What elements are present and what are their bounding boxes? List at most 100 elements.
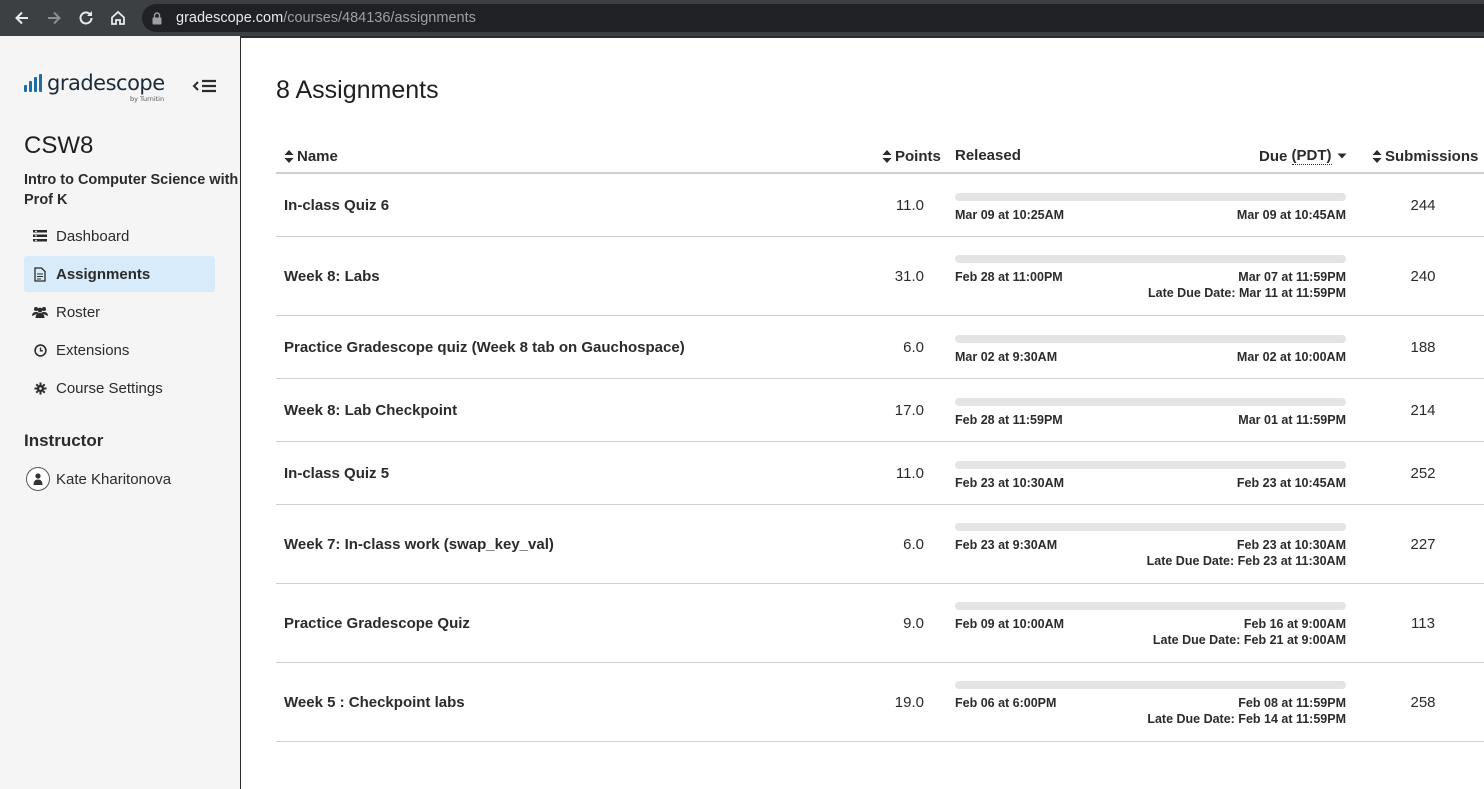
sort-icon [284, 150, 294, 163]
late-due-date: Late Due Date: Feb 14 at 11:59PM [1147, 712, 1346, 726]
collapse-menu-icon [192, 79, 216, 93]
due-date: Feb 16 at 9:00AM [1243, 617, 1346, 631]
release-date: Feb 06 at 6:00PM [955, 696, 1057, 710]
sidebar-item-label: Assignments [56, 265, 151, 283]
column-label: Submissions [1385, 148, 1479, 165]
document-icon [32, 266, 48, 282]
due-date: Mar 02 at 10:00AM [1236, 350, 1346, 364]
assignment-submissions: 252 [1410, 465, 1436, 482]
late-due-date: Late Due Date: Feb 23 at 11:30AM [1146, 554, 1346, 568]
table-row[interactable]: Week 5 : Checkpoint labs 19.0 Feb 06 at 6:… [276, 663, 1484, 742]
avatar [26, 467, 50, 491]
sidebar-item-label: Extensions [56, 341, 130, 359]
url-text: gradescope.com/courses/484136/assignment… [176, 10, 476, 26]
assignment-submissions: 214 [1410, 402, 1436, 419]
column-header-released: Released [955, 147, 1021, 164]
release-date: Feb 09 at 10:00AM [955, 617, 1065, 631]
sidebar-item-label: Roster [56, 303, 101, 321]
sort-icon [1372, 150, 1382, 163]
due-date: Mar 01 at 11:59PM [1238, 413, 1346, 427]
release-date: Feb 23 at 9:30AM [955, 538, 1058, 552]
table-row[interactable]: In-class Quiz 5 11.0 Feb 23 at 10:30AM Feb … [276, 442, 1484, 505]
logo-text: gradescope [47, 71, 165, 95]
url-host: gradescope.com [176, 10, 284, 26]
late-due-date: Late Due Date: Mar 11 at 11:59PM [1148, 286, 1346, 300]
assignment-points: 17.0 [894, 402, 924, 419]
assignment-submissions: 258 [1410, 694, 1436, 711]
assignment-points: 19.0 [894, 694, 924, 711]
column-header-submissions[interactable]: Submissions [1372, 148, 1478, 165]
sidebar-item-dashboard[interactable]: Dashboard [24, 218, 215, 254]
assignment-name-link[interactable]: Week 5 : Checkpoint labs [284, 694, 465, 711]
sidebar-item-assignments[interactable]: Assignments [24, 256, 215, 292]
browser-toolbar: gradescope.com/courses/484136/assignment… [0, 0, 1484, 36]
sidebar-item-course-settings[interactable]: Course Settings [24, 370, 215, 406]
assignment-name-link[interactable]: In-class Quiz 6 [284, 197, 389, 214]
assignment-points: 11.0 [895, 465, 924, 482]
assignment-submissions: 244 [1410, 197, 1436, 214]
due-date: Feb 23 at 10:45AM [1236, 476, 1346, 490]
assignment-name-link[interactable]: Practice Gradescope Quiz [284, 615, 470, 632]
gradescope-logo[interactable]: gradescope by Turnitin [24, 71, 165, 103]
sidebar-item-extensions[interactable]: Extensions [24, 332, 215, 368]
assignment-name-link[interactable]: Week 8: Lab Checkpoint [284, 402, 457, 419]
table-row[interactable]: Practice Gradescope Quiz 9.0 Feb 09 at 10:… [276, 584, 1484, 663]
sidebar-item-label: Dashboard [56, 227, 130, 245]
progress-bar [955, 255, 1346, 263]
clock-icon [32, 342, 48, 358]
assignment-name-link[interactable]: In-class Quiz 5 [284, 465, 389, 482]
progress-bar [955, 602, 1346, 610]
address-bar[interactable]: gradescope.com/courses/484136/assignment… [142, 4, 1484, 32]
table-header: Name Points Released Due (PDT) Submissio… [276, 140, 1484, 174]
sidebar-item-roster[interactable]: Roster [24, 294, 215, 330]
progress-bar [955, 398, 1346, 406]
logo-subtitle: by Turnitin [130, 95, 165, 103]
logo-bars-icon [24, 74, 44, 92]
release-date: Feb 23 at 10:30AM [955, 476, 1065, 490]
users-icon [32, 304, 48, 320]
table-row[interactable]: Practice Gradescope quiz (Week 8 tab on … [276, 316, 1484, 379]
release-date: Mar 02 at 9:30AM [955, 350, 1058, 364]
assignment-submissions: 240 [1410, 268, 1436, 285]
main-divider [240, 36, 241, 789]
column-header-name[interactable]: Name [284, 148, 338, 165]
forward-arrow-icon[interactable] [38, 0, 70, 36]
sort-desc-icon [1337, 153, 1347, 159]
due-date: Mar 09 at 10:45AM [1236, 208, 1346, 222]
column-header-points[interactable]: Points [882, 148, 941, 165]
progress-bar [955, 193, 1346, 201]
assignment-name-link[interactable]: Practice Gradescope quiz (Week 8 tab on … [284, 339, 685, 356]
course-code[interactable]: CSW8 [24, 132, 93, 160]
release-date: Mar 09 at 10:25AM [955, 208, 1065, 222]
assignment-submissions: 227 [1410, 536, 1436, 553]
instructor-name: Kate Kharitonova [56, 470, 172, 488]
dashboard-icon [32, 228, 48, 244]
column-label: Name [297, 148, 338, 165]
table-row[interactable]: Week 8: Lab Checkpoint 17.0 Feb 28 at 11:5… [276, 379, 1484, 442]
column-header-due[interactable]: Due (PDT) [1259, 147, 1347, 165]
table-row[interactable]: Week 8: Labs 31.0 Feb 28 at 11:00PM Mar 07 … [276, 237, 1484, 316]
release-date: Feb 28 at 11:59PM [955, 413, 1063, 427]
assignment-points: 31.0 [894, 268, 924, 285]
assignments-table: Name Points Released Due (PDT) Submissio… [276, 140, 1484, 742]
home-icon[interactable] [102, 0, 134, 36]
sidebar: gradescope by Turnitin CSW8 Intro to Com… [0, 36, 240, 789]
instructor-item[interactable]: Kate Kharitonova [26, 467, 171, 491]
table-row[interactable]: Week 7: In-class work (swap_key_val) 6.0 F… [276, 505, 1484, 584]
collapse-sidebar-button[interactable] [190, 76, 220, 96]
assignment-points: 9.0 [903, 615, 924, 632]
late-due-date: Late Due Date: Feb 21 at 9:00AM [1152, 633, 1346, 647]
assignment-name-link[interactable]: Week 8: Labs [284, 268, 380, 285]
column-label: Due [1259, 147, 1288, 165]
assignment-points: 11.0 [895, 197, 924, 214]
reload-icon[interactable] [70, 0, 102, 36]
assignment-name-link[interactable]: Week 7: In-class work (swap_key_val) [284, 536, 554, 553]
due-timezone: (PDT) [1291, 147, 1332, 165]
column-label: Points [895, 148, 941, 165]
progress-bar [955, 681, 1346, 689]
course-name: Intro to Computer Science with Prof K [24, 172, 239, 208]
back-arrow-icon[interactable] [6, 0, 38, 36]
page-title: 8 Assignments [276, 76, 439, 104]
instructor-heading: Instructor [24, 431, 104, 450]
table-row[interactable]: In-class Quiz 6 11.0 Mar 09 at 10:25AM Mar … [276, 174, 1484, 237]
